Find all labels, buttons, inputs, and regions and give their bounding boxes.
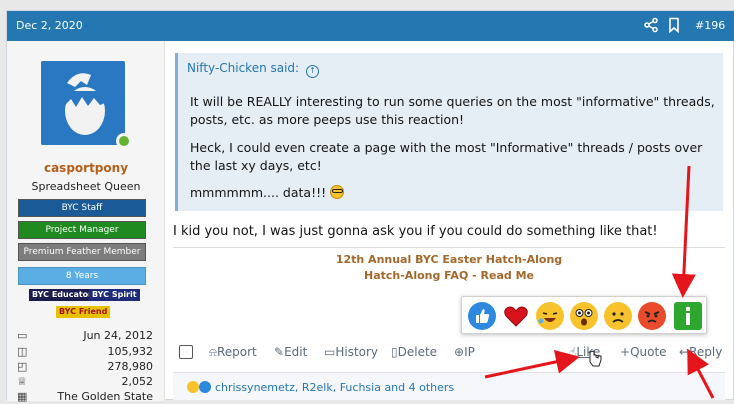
quote-paragraph: It will be REALLY interesting to run som… — [190, 94, 715, 127]
banner-staff: BYC Staff — [18, 199, 146, 217]
map-icon: ▦ — [17, 390, 28, 403]
nerd-emoji-icon — [330, 185, 345, 199]
history-button[interactable]: ▭History — [324, 345, 378, 359]
like-reaction-icon[interactable] — [468, 302, 496, 330]
bookmark-icon[interactable] — [667, 17, 681, 33]
informative-reaction-icon[interactable] — [674, 302, 702, 330]
pencil-icon: ✎ — [274, 345, 285, 359]
quote-block: Nifty-Chicken said: ↑ It will be REALLY … — [175, 53, 723, 211]
haha-reaction-icon — [187, 381, 199, 393]
reply-text: I kid you not, I was just gonna ask you … — [173, 224, 658, 239]
quote-paragraph: mmmmmm.... data!!! — [190, 184, 720, 202]
calendar-icon: ▭ — [17, 329, 28, 342]
tag-spirit: BYC Spirit — [89, 289, 140, 301]
avatar[interactable] — [41, 61, 125, 145]
reply-button[interactable]: ↩Reply — [679, 345, 722, 359]
online-indicator — [116, 133, 132, 149]
globe-icon: ⊕ — [454, 345, 465, 359]
banner-premium: Premium Feather Member — [18, 243, 146, 261]
post-number[interactable]: #196 — [695, 19, 725, 32]
thumbs-up-icon: ◰ — [17, 360, 28, 373]
signature-link[interactable]: 12th Annual BYC Easter Hatch-Along — [173, 252, 725, 268]
ip-button[interactable]: ⊕IP — [454, 345, 475, 359]
user-panel: casportpony Spreadsheet Queen BYC Staff … — [7, 41, 165, 403]
post-date[interactable]: Dec 2, 2020 — [16, 19, 83, 32]
post-actions: ⍾Report ✎Edit ▭History ▯Delete ⊕IP ☝Like… — [173, 342, 725, 364]
edit-button[interactable]: ✎Edit — [274, 345, 307, 359]
angry-reaction-icon[interactable] — [638, 302, 666, 330]
quote-button[interactable]: +Quote — [620, 345, 667, 359]
banner-years: 8 Years — [18, 267, 146, 285]
post: Dec 2, 2020 #196 casportpony Spreadsheet… — [6, 10, 734, 403]
like-button[interactable]: ☝Like — [569, 345, 600, 359]
reaction-picker — [461, 296, 707, 334]
quote-paragraph: Heck, I could even create a page with th… — [190, 140, 703, 173]
select-checkbox[interactable] — [179, 345, 193, 359]
delete-button[interactable]: ▯Delete — [391, 345, 437, 359]
stat-messages: ◫ 105,932 — [17, 345, 153, 358]
tag-educator: BYC Educator — [29, 289, 96, 301]
reaction-users[interactable]: chrissynemetz, R2elk, Fuchsia and 4 othe… — [215, 381, 454, 394]
history-icon: ▭ — [324, 345, 336, 359]
tag-friend: BYC Friend — [56, 306, 111, 318]
haha-reaction-icon[interactable] — [536, 302, 564, 330]
signature-link[interactable]: Hatch-Along FAQ - Read Me — [173, 268, 725, 284]
stat-location: ▦ The Golden State — [17, 390, 153, 403]
quote-attribution[interactable]: Nifty-Chicken said: ↑ — [187, 61, 319, 78]
messages-icon: ◫ — [17, 345, 28, 358]
trophy-icon: ♕ — [17, 375, 27, 388]
sad-reaction-icon[interactable] — [604, 302, 632, 330]
stat-reaction-score: ◰ 278,980 — [17, 360, 153, 373]
banner-project-manager: Project Manager — [18, 221, 146, 239]
wow-reaction-icon[interactable] — [570, 302, 598, 330]
signature: 12th Annual BYC Easter Hatch-Along Hatch… — [173, 247, 725, 284]
plus-icon: + — [620, 345, 631, 359]
user-panel-pointer — [165, 61, 174, 79]
like-reaction-icon — [199, 381, 211, 393]
trash-icon: ▯ — [391, 345, 398, 359]
reply-icon: ↩ — [679, 345, 690, 359]
share-icon[interactable] — [643, 17, 659, 33]
post-header: Dec 2, 2020 #196 — [7, 11, 734, 41]
user-title: Spreadsheet Queen — [31, 180, 141, 193]
expand-quote-icon[interactable]: ↑ — [305, 65, 319, 78]
love-reaction-icon[interactable] — [502, 302, 530, 330]
reaction-summary[interactable]: chrissynemetz, R2elk, Fuchsia and 4 othe… — [173, 372, 725, 400]
report-button[interactable]: ⍾Report — [209, 345, 257, 360]
username[interactable]: casportpony — [7, 161, 165, 175]
stat-joined: ▭ Jun 24, 2012 — [17, 329, 153, 342]
stat-points: ♕ 2,052 — [17, 375, 153, 388]
bell-icon: ⍾ — [209, 345, 217, 359]
